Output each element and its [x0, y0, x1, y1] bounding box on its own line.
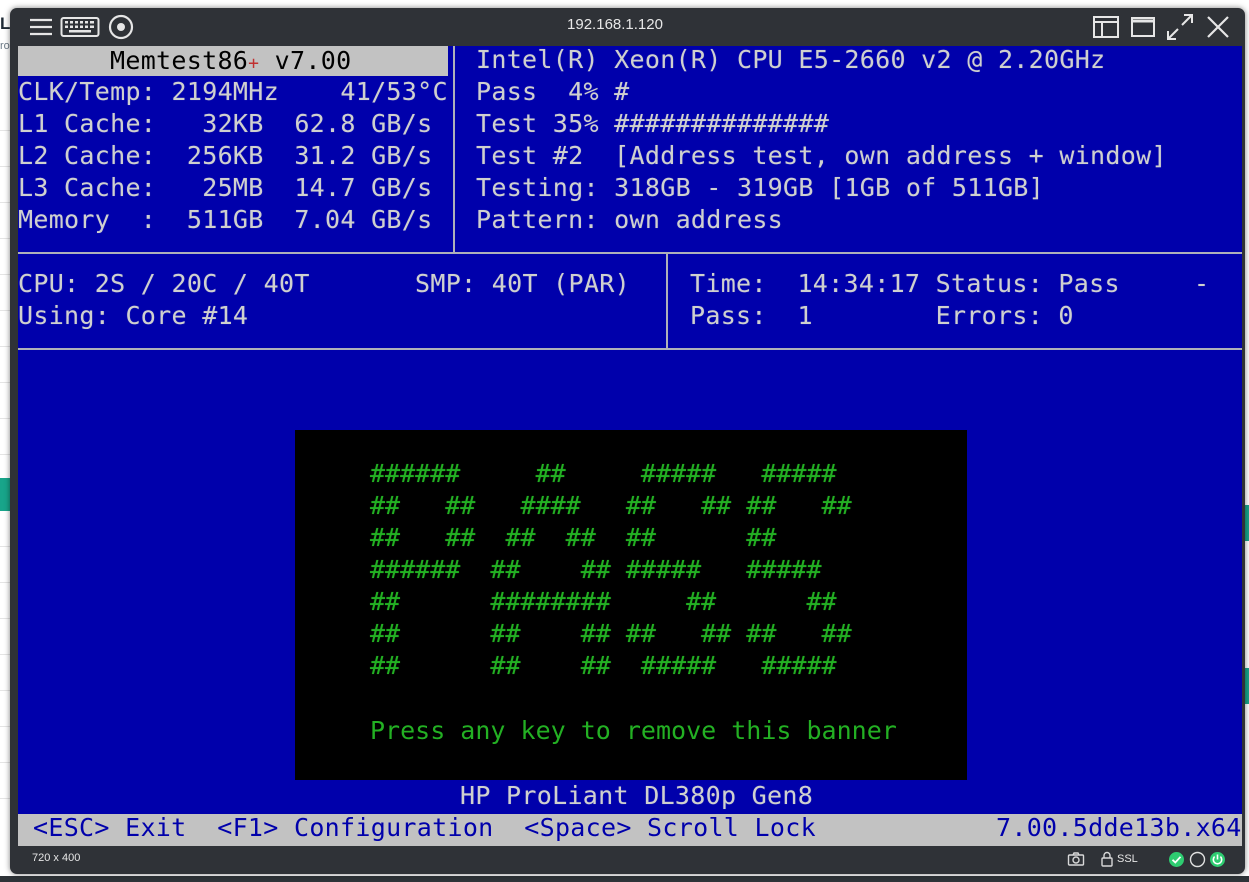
layout-icon[interactable] [1091, 12, 1121, 42]
check-circle-icon [1168, 851, 1185, 872]
horizontal-divider [18, 252, 1242, 254]
cpu-topology: CPU: 2S / 20C / 40T [18, 269, 310, 298]
window-title: 192.168.1.120 [567, 16, 663, 33]
time-status: Time: 14:34:17 Status: Pass [690, 269, 1120, 298]
testing-range: Testing: 318GB - 319GB [1GB of 511GB] [476, 173, 1044, 202]
pass-ascii-art: ###### ## ##### ##### ## ## #### ## ## #… [370, 459, 852, 680]
background-taskbar [0, 876, 1249, 882]
smp-info: SMP: 40T (PAR) [415, 269, 630, 298]
pass-progress: Pass 4% # [476, 77, 630, 106]
cpu-model: Intel(R) Xeon(R) CPU E5-2660 v2 @ 2.20GH… [476, 46, 1106, 74]
memory-row: Memory : 511GB 7.04 GB/s [18, 205, 433, 234]
background-logo: L [0, 14, 10, 33]
banner-message: Press any key to remove this banner [370, 716, 897, 745]
key-help-bar: <ESC> Exit <F1> Configuration <Space> Sc… [18, 813, 1242, 846]
clk-temp-row: CLK/Temp: 2194MHz 41/53°C [18, 77, 448, 106]
machine-name: HP ProLiant DL380p Gen8 [460, 781, 814, 810]
memtest-console[interactable]: Memtest86+ v7.00 CLK/Temp: 2194MHz 41/53… [18, 46, 1242, 846]
spinner: - [1194, 269, 1210, 298]
test-name: Test #2 [Address test, own address + win… [476, 141, 1167, 170]
l2-cache-row: L2 Cache: 256KB 31.2 GB/s [18, 141, 433, 170]
test-progress: Test 35% ############## [476, 109, 830, 138]
horizontal-divider [18, 348, 1242, 350]
build-version: 7.00.5dde13b.x64 [996, 813, 1242, 842]
pass-errors: Pass: 1 Errors: 0 [690, 301, 1074, 330]
pass-banner[interactable]: ###### ## ##### ##### ## ## #### ## ## #… [295, 430, 967, 780]
l1-cache-row: L1 Cache: 32KB 62.8 GB/s [18, 109, 433, 138]
lock-icon [1100, 851, 1114, 871]
memtest-title: Memtest86+ v7.00 [110, 46, 352, 75]
circle-icon [1189, 851, 1206, 872]
ssl-label: SSL [1117, 853, 1138, 865]
maximize-icon[interactable] [1128, 12, 1158, 42]
fullscreen-icon[interactable] [1165, 12, 1195, 42]
power-icon[interactable] [1209, 851, 1226, 872]
vertical-divider [453, 46, 455, 252]
viewer-titlebar: 192.168.1.120 [10, 8, 1245, 46]
key-help-text: <ESC> Exit <F1> Configuration <Space> Sc… [33, 813, 816, 842]
using-core: Using: Core #14 [18, 301, 249, 330]
camera-icon[interactable] [1067, 851, 1085, 871]
close-icon[interactable] [1203, 12, 1233, 42]
memtest-title-bar: Memtest86+ v7.00 [18, 46, 448, 76]
resolution-label: 720 x 400 [32, 852, 81, 864]
viewer-footer: 720 x 400 SSL [10, 846, 1245, 874]
test-pattern: Pattern: own address [476, 205, 784, 234]
l3-cache-row: L3 Cache: 25MB 14.7 GB/s [18, 173, 433, 202]
vertical-divider [666, 254, 668, 350]
remote-console-window: 192.168.1.120 Memtest86+ v7.00 CLK/Temp:… [10, 8, 1245, 874]
